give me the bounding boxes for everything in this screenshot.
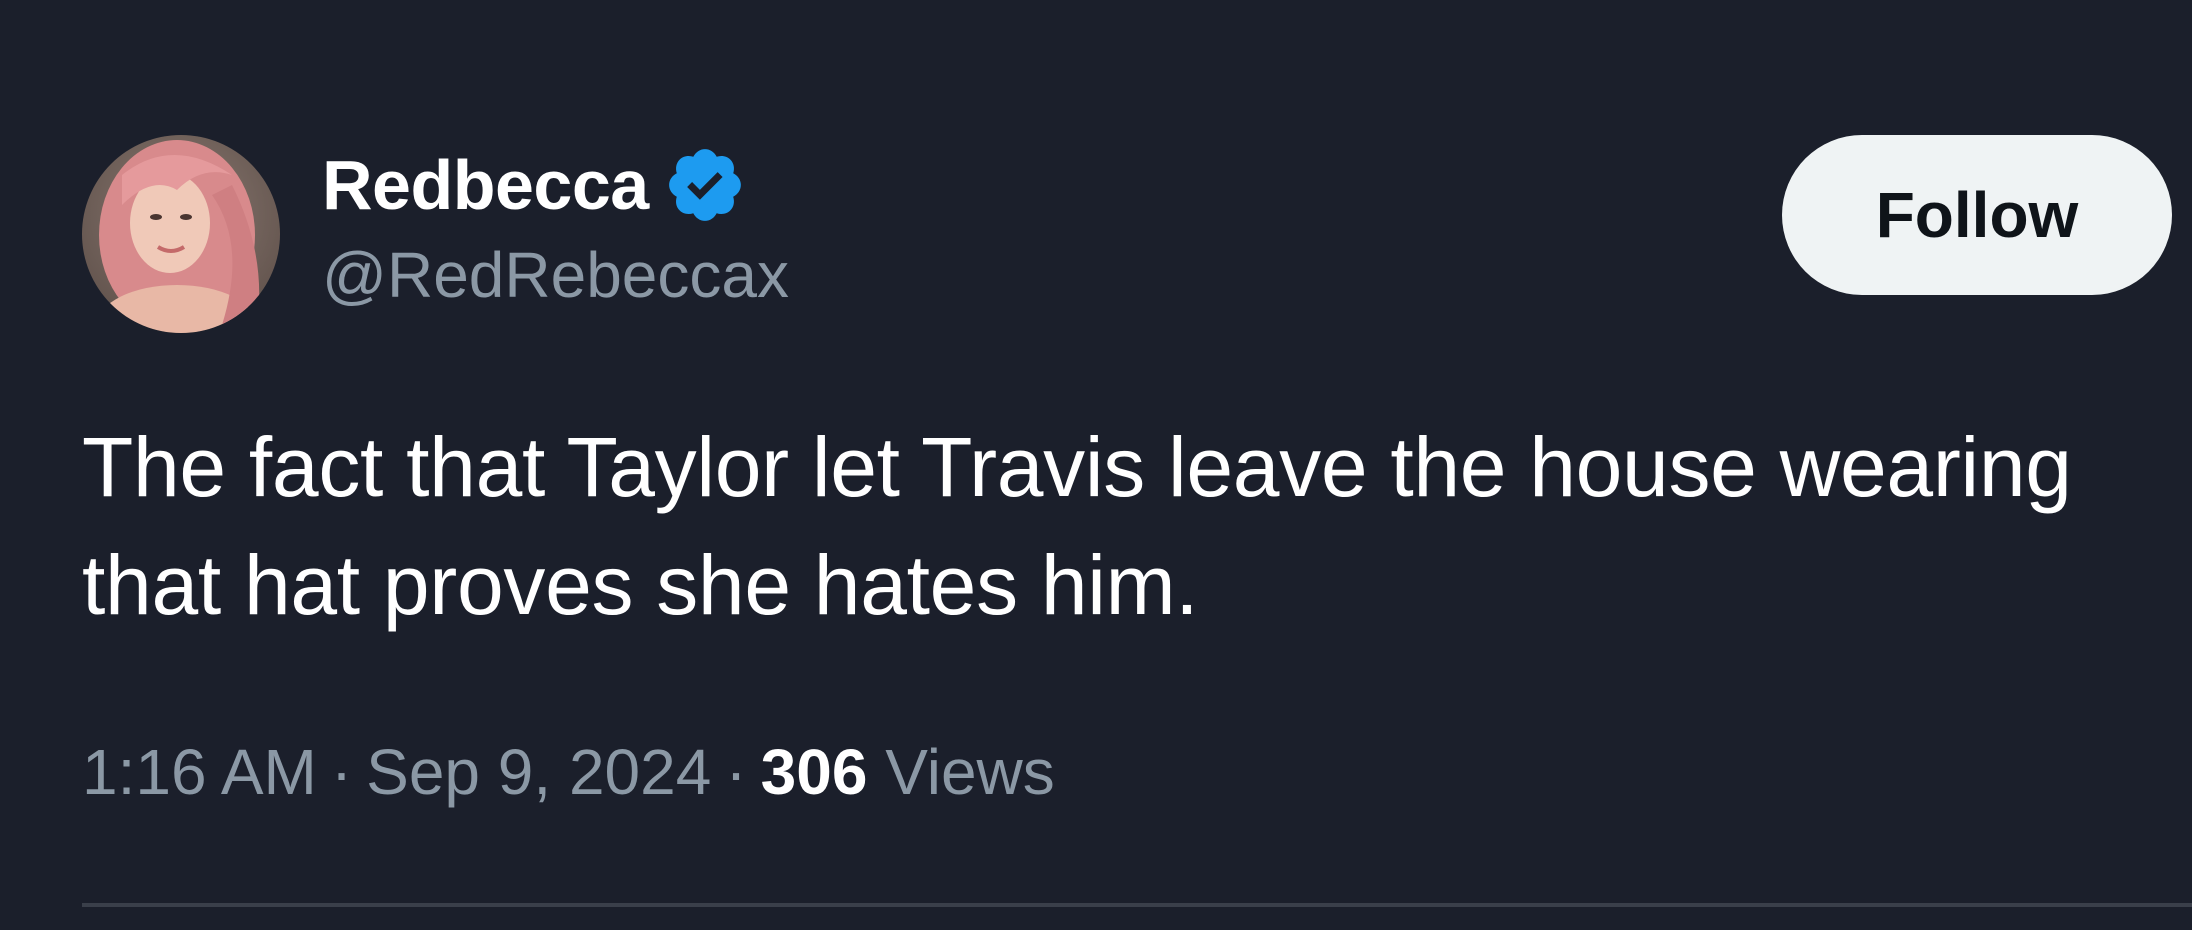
- user-handle[interactable]: @RedRebeccax: [322, 238, 789, 312]
- views-label: Views: [885, 736, 1055, 808]
- tweet-text: The fact that Taylor let Travis leave th…: [82, 420, 2072, 632]
- tweet-time[interactable]: 1:16 AM: [82, 736, 317, 808]
- tweet-date[interactable]: Sep 9, 2024: [366, 736, 711, 808]
- meta-separator: ·: [330, 736, 353, 808]
- divider: [82, 903, 2192, 907]
- avatar-image: [82, 135, 280, 333]
- verified-badge-icon[interactable]: [663, 143, 747, 227]
- avatar[interactable]: [82, 135, 280, 333]
- author-block: Redbecca @RedRebeccax: [322, 140, 789, 312]
- name-row: Redbecca: [322, 140, 789, 230]
- views-count[interactable]: 306: [761, 736, 868, 808]
- follow-button[interactable]: Follow: [1782, 135, 2172, 295]
- meta-separator: ·: [725, 736, 747, 808]
- tweet-meta: 1:16 AM · Sep 9, 2024 · 306 Views: [82, 735, 1055, 809]
- display-name[interactable]: Redbecca: [322, 145, 649, 225]
- tweet-card: Redbecca @RedRebeccax Follow The fact th…: [0, 0, 2192, 930]
